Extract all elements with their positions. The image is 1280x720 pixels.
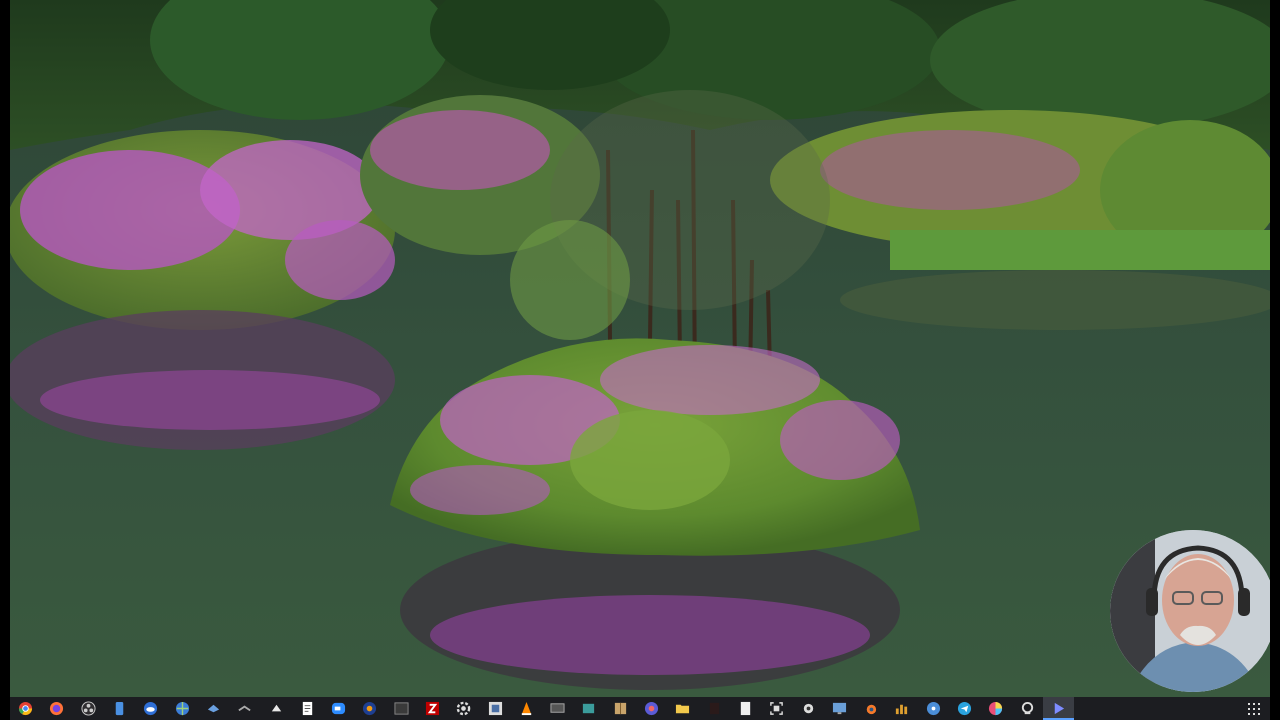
bird-icon[interactable] [198, 697, 229, 720]
taskbar [10, 697, 1270, 720]
browser-icon[interactable] [636, 697, 667, 720]
screenshot-icon[interactable] [761, 697, 792, 720]
cloud-icon[interactable] [135, 697, 166, 720]
play-icon[interactable] [1042, 697, 1075, 720]
file-icon[interactable] [730, 697, 761, 720]
wallpaper [10, 0, 1270, 697]
app-grid-icon[interactable] [1244, 697, 1264, 720]
archive-icon[interactable] [605, 697, 636, 720]
folder-icon[interactable] [667, 697, 698, 720]
dark-app-icon[interactable] [699, 697, 730, 720]
shark-icon[interactable] [260, 697, 291, 720]
chart-icon[interactable] [886, 697, 917, 720]
globe-icon[interactable] [166, 697, 197, 720]
image-viewer-icon[interactable] [479, 697, 510, 720]
chrome-icon[interactable] [10, 697, 41, 720]
blender-icon[interactable] [855, 697, 886, 720]
eagle-icon[interactable] [229, 697, 260, 720]
document-icon[interactable] [292, 697, 323, 720]
zoom-icon[interactable] [323, 697, 354, 720]
terminal-icon[interactable] [386, 697, 417, 720]
vlc-icon[interactable] [511, 697, 542, 720]
filezilla-icon[interactable] [417, 697, 448, 720]
webcam-overlay [1110, 530, 1270, 692]
display-icon[interactable] [824, 697, 855, 720]
right-border [1270, 0, 1280, 720]
media-player-icon[interactable] [354, 697, 385, 720]
webcam-app-icon[interactable] [1012, 697, 1043, 720]
phone-icon[interactable] [104, 697, 135, 720]
obs-icon[interactable] [73, 697, 104, 720]
desktop [10, 0, 1270, 697]
left-border [0, 0, 10, 720]
camera-icon[interactable] [792, 697, 823, 720]
firefox-icon[interactable] [41, 697, 72, 720]
package-icon[interactable] [573, 697, 604, 720]
telegram-icon[interactable] [949, 697, 980, 720]
color-wheel-icon[interactable] [980, 697, 1011, 720]
settings-gear-icon[interactable] [448, 697, 479, 720]
disc-icon[interactable] [918, 697, 949, 720]
monitor-icon[interactable] [542, 697, 573, 720]
